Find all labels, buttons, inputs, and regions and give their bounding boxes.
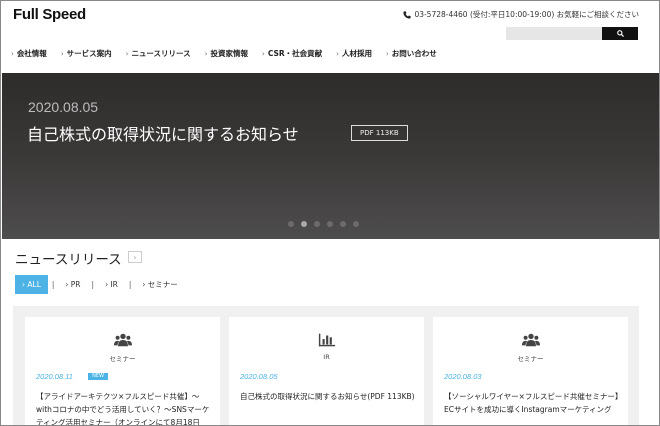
page-frame: Full Speed 03-5728-4460 (受付:平日10:00-19:0… bbox=[0, 0, 660, 426]
bar-chart-icon bbox=[318, 333, 335, 347]
filter-seminar[interactable]: › セミナー bbox=[135, 274, 184, 295]
nav-item-company[interactable]: › 会社情報 bbox=[11, 48, 47, 59]
contact-text: 03-5728-4460 (受付:平日10:00-19:00) お気軽にご相談く… bbox=[414, 10, 639, 19]
chevron-right-icon: › bbox=[262, 49, 265, 58]
nav-item-contact[interactable]: › お問い合わせ bbox=[386, 48, 437, 59]
chevron-right-icon: › bbox=[385, 49, 389, 58]
nav-item-services[interactable]: › サービス案内 bbox=[61, 48, 112, 59]
search-icon bbox=[616, 30, 624, 37]
chevron-right-icon: › bbox=[11, 49, 14, 58]
news-card[interactable]: セミナー 2020.08.11 NEW 【アライドアーキテクツ×フルスピード共催… bbox=[25, 317, 220, 426]
hero-slider[interactable]: 2020.08.05 自己株式の取得状況に関するお知らせ PDF 113KB bbox=[2, 73, 659, 239]
slider-dot[interactable] bbox=[301, 221, 307, 227]
nav-item-investors[interactable]: › 投資家情報 bbox=[205, 48, 248, 59]
chevron-right-icon: › bbox=[336, 49, 339, 58]
people-icon bbox=[521, 333, 540, 347]
slider-dot[interactable] bbox=[314, 221, 320, 227]
slider-dot[interactable] bbox=[288, 221, 294, 227]
card-date: 2020.08.03 bbox=[444, 372, 482, 381]
news-cards: セミナー 2020.08.11 NEW 【アライドアーキテクツ×フルスピード共催… bbox=[13, 306, 639, 426]
search-button[interactable] bbox=[602, 27, 638, 40]
news-filters: › ALL | › PR | › IR | › セミナー bbox=[15, 274, 185, 295]
nav-item-csr[interactable]: › CSR・社会貢献 bbox=[262, 48, 322, 59]
slider-dot[interactable] bbox=[327, 221, 333, 227]
contact-info: 03-5728-4460 (受付:平日10:00-19:00) お気軽にご相談く… bbox=[403, 9, 639, 20]
nav-item-recruit[interactable]: › 人材採用 bbox=[336, 48, 372, 59]
chevron-right-icon: › bbox=[60, 49, 64, 58]
chevron-right-icon: › bbox=[204, 49, 208, 58]
news-card[interactable]: セミナー 2020.08.03 【ソーシャルワイヤー×フルスピード共催セミナー】… bbox=[433, 317, 628, 425]
card-category: IR bbox=[323, 353, 330, 361]
filter-pr[interactable]: › PR bbox=[58, 275, 87, 294]
news-more-button[interactable]: › bbox=[128, 251, 142, 263]
slider-dot[interactable] bbox=[340, 221, 346, 227]
card-category: セミナー bbox=[109, 355, 136, 363]
phone-icon bbox=[403, 10, 412, 19]
slider-dots bbox=[288, 221, 359, 227]
search-form bbox=[506, 27, 638, 40]
card-date: 2020.08.05 bbox=[240, 372, 278, 381]
filter-all[interactable]: › ALL bbox=[15, 275, 48, 294]
chevron-right-icon: › bbox=[125, 49, 129, 58]
card-date: 2020.08.11 bbox=[36, 372, 73, 381]
card-category: セミナー bbox=[517, 355, 544, 363]
search-input[interactable] bbox=[506, 27, 602, 40]
hero-title[interactable]: 自己株式の取得状況に関するお知らせ bbox=[27, 121, 299, 145]
filter-divider: | bbox=[51, 280, 55, 289]
slider-dot[interactable] bbox=[353, 221, 359, 227]
hero-pdf-badge[interactable]: PDF 113KB bbox=[351, 125, 408, 141]
people-icon bbox=[113, 333, 132, 347]
card-text: 【アライドアーキテクツ×フルスピード共催】～withコロナの中でどう活用していく… bbox=[36, 392, 210, 426]
hero-date: 2020.08.05 bbox=[28, 99, 99, 115]
news-section-title: ニュースリリース bbox=[15, 252, 122, 268]
card-text: 自己株式の取得状況に関するお知らせ(PDF 113KB) bbox=[240, 392, 415, 401]
filter-ir[interactable]: › IR bbox=[98, 275, 125, 294]
filter-divider: | bbox=[128, 280, 132, 289]
filter-divider: | bbox=[91, 280, 95, 289]
card-text: 【ソーシャルワイヤー×フルスピード共催セミナー】ECサイトを成功に導くInsta… bbox=[444, 392, 619, 414]
news-card[interactable]: IR 2020.08.05 自己株式の取得状況に関するお知らせ(PDF 113K… bbox=[229, 317, 424, 425]
site-logo[interactable]: Full Speed bbox=[13, 6, 86, 23]
new-badge: NEW bbox=[88, 373, 108, 380]
main-nav: › 会社情報 › サービス案内 › ニュースリリース › 投資家情報 › CSR・社会貢献… bbox=[11, 48, 451, 59]
nav-item-news[interactable]: › ニュースリリース bbox=[126, 48, 191, 59]
